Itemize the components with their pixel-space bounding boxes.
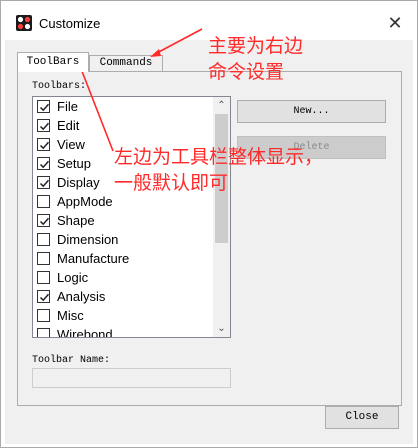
annotation-line: 命令设置 xyxy=(208,61,285,83)
annotation-toolbars-note: 左边为工具栏整体显示， 一般默认即可 xyxy=(114,144,323,196)
annotation-line: 一般默认即可 xyxy=(114,172,229,194)
annotation-line: 主要为右边 xyxy=(208,35,304,57)
annotation-line: 左边为工具栏整体显示， xyxy=(114,146,324,168)
annotation-commands-note: 主要为右边 命令设置 xyxy=(208,33,303,85)
tab-toolbars[interactable]: ToolBars xyxy=(17,52,89,72)
customize-window: Customize ✕ ToolBars Commands Toolbars: … xyxy=(0,0,418,448)
